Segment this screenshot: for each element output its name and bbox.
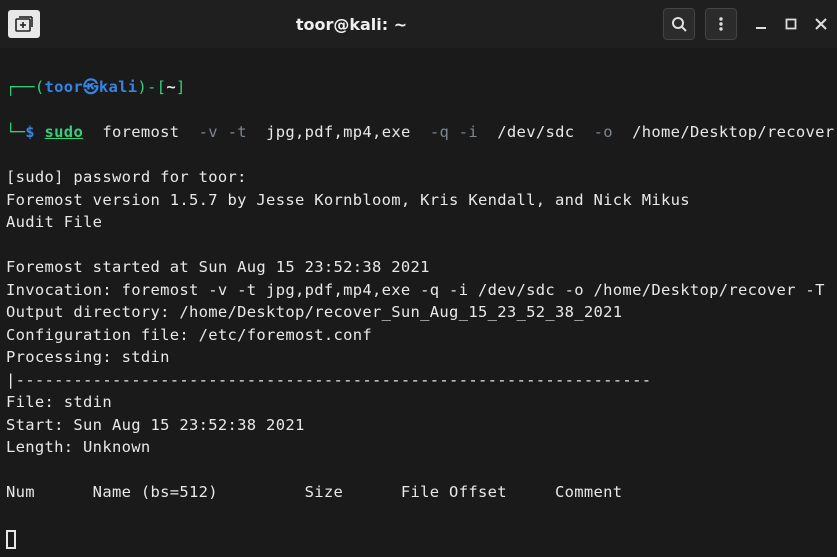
new-tab-icon xyxy=(15,16,33,32)
invocation-line: Invocation: foremost -v -t jpg,pdf,mp4,e… xyxy=(6,281,825,299)
minimize-icon xyxy=(755,18,767,30)
config-line: Configuration file: /etc/foremost.conf xyxy=(6,326,372,344)
audit-line: Audit File xyxy=(6,213,102,231)
sudo-prompt-line: [sudo] password for toor: xyxy=(6,168,247,186)
table-header-line: Num Name (bs=512) Size File Offset Comme… xyxy=(6,483,622,501)
program-name: foremost xyxy=(102,123,179,141)
flag-i: -i xyxy=(459,123,478,141)
close-icon xyxy=(815,18,827,30)
flag-q: -q xyxy=(430,123,449,141)
titlebar-right xyxy=(663,8,829,40)
titlebar: toor@kali: ~ xyxy=(0,0,837,48)
processing-line: Processing: stdin xyxy=(6,348,170,366)
maximize-icon xyxy=(785,18,797,30)
output-arg: /home/Desktop/recover xyxy=(632,123,834,141)
maximize-button[interactable] xyxy=(783,16,799,32)
new-tab-button[interactable] xyxy=(8,10,40,38)
close-button[interactable] xyxy=(813,16,829,32)
types-arg: jpg,pdf,mp4,exe xyxy=(266,123,410,141)
search-button[interactable] xyxy=(663,8,695,40)
terminal-cursor xyxy=(6,530,16,549)
search-icon xyxy=(671,16,687,32)
prompt-symbol: $ xyxy=(25,123,35,141)
prompt-cwd: ~ xyxy=(166,78,176,96)
minimize-button[interactable] xyxy=(753,16,769,32)
flag-v: -v xyxy=(199,123,218,141)
outdir-line: Output directory: /home/Desktop/recover_… xyxy=(6,303,622,321)
sudo-command: sudo xyxy=(45,123,84,141)
started-line: Foremost started at Sun Aug 15 23:52:38 … xyxy=(6,258,430,276)
prompt-line-2: └─$ sudo foremost -v -t jpg,pdf,mp4,exe … xyxy=(6,121,831,143)
terminal-output[interactable]: ┌──(toor㉿kali)-[~] └─$ sudo foremost -v … xyxy=(0,48,837,557)
menu-icon xyxy=(713,16,729,32)
titlebar-left xyxy=(8,10,40,38)
length-line: Length: Unknown xyxy=(6,438,150,456)
flag-t: -t xyxy=(228,123,247,141)
prompt-host: kali xyxy=(99,78,138,96)
menu-button[interactable] xyxy=(705,8,737,40)
version-line: Foremost version 1.5.7 by Jesse Kornbloo… xyxy=(6,191,690,209)
divider-line: |---------------------------------------… xyxy=(6,371,651,389)
start-line: Start: Sun Aug 15 23:52:38 2021 xyxy=(6,416,305,434)
window-title: toor@kali: ~ xyxy=(48,15,655,34)
input-arg: /dev/sdc xyxy=(497,123,574,141)
file-line: File: stdin xyxy=(6,393,112,411)
prompt-user: toor xyxy=(45,78,84,96)
prompt-line-1: ┌──(toor㉿kali)-[~] xyxy=(6,76,831,98)
window-controls xyxy=(753,16,829,32)
flag-o: -o xyxy=(594,123,613,141)
